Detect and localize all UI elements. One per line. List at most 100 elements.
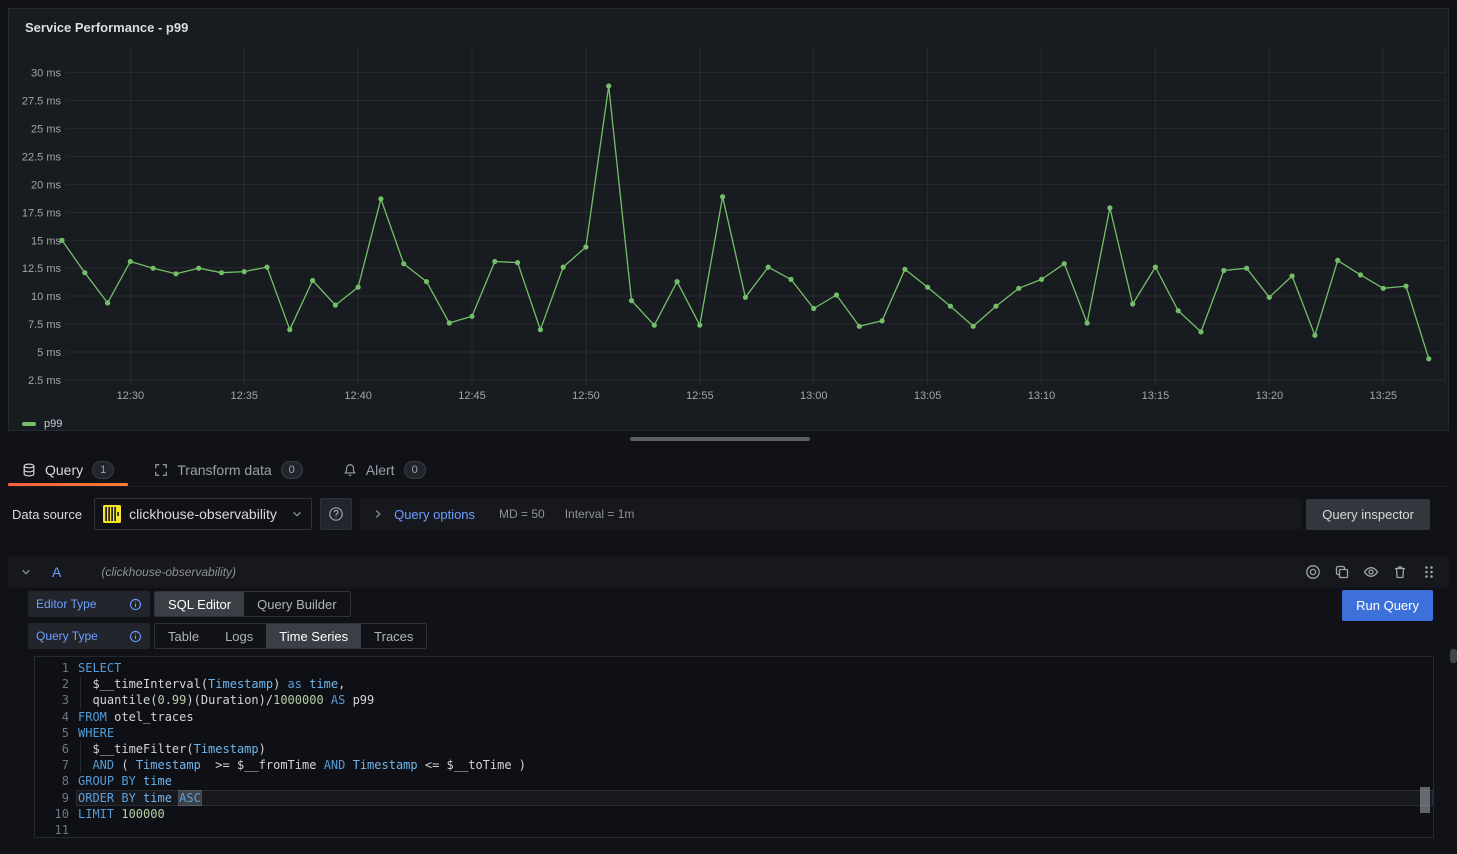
svg-text:12:45: 12:45 bbox=[458, 390, 486, 402]
datasource-help-button[interactable] bbox=[320, 498, 352, 530]
series-point bbox=[196, 266, 201, 271]
line-number: 7 bbox=[35, 757, 69, 773]
query-type-time-series[interactable]: Time Series bbox=[266, 624, 361, 648]
svg-text:12:35: 12:35 bbox=[230, 390, 258, 402]
series-point bbox=[1176, 308, 1181, 313]
series-point bbox=[1267, 295, 1272, 300]
series-line bbox=[62, 86, 1429, 359]
datasource-value: clickhouse-observability bbox=[129, 506, 277, 522]
query-row-header: A (clickhouse-observability) bbox=[8, 556, 1449, 588]
line-number: 6 bbox=[35, 741, 69, 757]
series-point bbox=[1198, 329, 1203, 334]
editor-type-query-builder[interactable]: Query Builder bbox=[244, 592, 349, 616]
query-ref-id[interactable]: A bbox=[52, 564, 61, 580]
svg-text:30 ms: 30 ms bbox=[31, 68, 61, 80]
line-number: 1 bbox=[35, 660, 69, 676]
query-type-table[interactable]: Table bbox=[155, 624, 212, 648]
code-line-9[interactable]: 9ORDER BY time ASC bbox=[35, 790, 1419, 806]
series-point bbox=[310, 278, 315, 283]
collapse-chevron-icon[interactable] bbox=[20, 566, 32, 578]
code-line-7[interactable]: 7 AND ( Timestamp >= $__fromTime AND Tim… bbox=[35, 757, 1419, 773]
chevron-right-icon[interactable] bbox=[372, 508, 384, 520]
series-point bbox=[1153, 265, 1158, 270]
series-point bbox=[971, 324, 976, 329]
code-line-8[interactable]: 8GROUP BY time bbox=[35, 773, 1419, 789]
series-point bbox=[105, 300, 110, 305]
code-line-5[interactable]: 5WHERE bbox=[35, 725, 1419, 741]
info-circle-icon[interactable] bbox=[129, 598, 142, 611]
svg-text:5 ms: 5 ms bbox=[37, 347, 61, 359]
query-type-traces[interactable]: Traces bbox=[361, 624, 426, 648]
series-point bbox=[583, 244, 588, 249]
datasource-label: Data source bbox=[12, 507, 82, 522]
query-inspector-button[interactable]: Query inspector bbox=[1306, 499, 1430, 530]
duplicate-icon[interactable] bbox=[1334, 564, 1350, 580]
series-point bbox=[948, 304, 953, 309]
tab-alert[interactable]: Alert 0 bbox=[329, 453, 440, 486]
svg-text:17.5 ms: 17.5 ms bbox=[22, 207, 62, 219]
series-point bbox=[1426, 356, 1431, 361]
active-tab-underline bbox=[8, 483, 128, 486]
series-point bbox=[743, 295, 748, 300]
series-point bbox=[378, 196, 383, 201]
query-type-logs[interactable]: Logs bbox=[212, 624, 266, 648]
editor-type-label: Editor Type bbox=[28, 591, 150, 617]
line-number: 2 bbox=[35, 676, 69, 692]
series-point bbox=[606, 83, 611, 88]
series-point bbox=[1039, 277, 1044, 282]
disable-query-icon[interactable] bbox=[1305, 564, 1321, 580]
tab-query[interactable]: Query 1 bbox=[8, 453, 128, 486]
tab-label: Transform data bbox=[177, 462, 271, 478]
series-point bbox=[1062, 261, 1067, 266]
code-line-4[interactable]: 4FROM otel_traces bbox=[35, 709, 1419, 725]
svg-text:12:50: 12:50 bbox=[572, 390, 600, 402]
series-point bbox=[697, 323, 702, 328]
page-scrollbar-thumb[interactable] bbox=[1450, 649, 1457, 663]
code-line-3[interactable]: 3 quantile(0.99)(Duration)/1000000 AS p9… bbox=[35, 692, 1419, 708]
series-point bbox=[675, 279, 680, 284]
series-point bbox=[561, 265, 566, 270]
editor-type-group: SQL Editor Query Builder bbox=[154, 591, 351, 617]
clickhouse-logo-icon bbox=[103, 505, 121, 523]
series-point bbox=[1312, 333, 1317, 338]
sql-code-editor[interactable]: 1SELECT2 $__timeInterval(Timestamp) as t… bbox=[34, 656, 1434, 838]
series-point bbox=[469, 314, 474, 319]
datasource-picker[interactable]: clickhouse-observability bbox=[94, 498, 312, 530]
series-point bbox=[242, 269, 247, 274]
series-point bbox=[652, 323, 657, 328]
hide-response-icon[interactable] bbox=[1363, 564, 1379, 580]
query-options-toggle[interactable]: Query options bbox=[394, 507, 475, 522]
editor-scrollbar-thumb[interactable] bbox=[1420, 787, 1430, 813]
remove-icon[interactable] bbox=[1392, 564, 1408, 580]
line-number: 4 bbox=[35, 709, 69, 725]
series-point bbox=[1085, 320, 1090, 325]
info-circle-icon[interactable] bbox=[129, 630, 142, 643]
run-query-button[interactable]: Run Query bbox=[1342, 590, 1433, 621]
series-point bbox=[1244, 266, 1249, 271]
svg-text:10 ms: 10 ms bbox=[31, 291, 61, 303]
timeseries-chart[interactable]: 30 ms27.5 ms25 ms22.5 ms20 ms17.5 ms15 m… bbox=[9, 9, 1450, 432]
query-type-group: Table Logs Time Series Traces bbox=[154, 623, 427, 649]
legend-series-label[interactable]: p99 bbox=[44, 418, 62, 430]
code-line-10[interactable]: 10LIMIT 100000 bbox=[35, 806, 1419, 822]
series-point bbox=[287, 327, 292, 332]
series-point bbox=[128, 259, 133, 264]
code-line-1[interactable]: 1SELECT bbox=[35, 660, 1419, 676]
query-type-label: Query Type bbox=[28, 623, 150, 649]
drag-icon[interactable] bbox=[1421, 564, 1437, 580]
editor-type-sql-editor[interactable]: SQL Editor bbox=[155, 592, 244, 616]
tab-transform-data[interactable]: Transform data 0 bbox=[140, 453, 317, 486]
series-point bbox=[1403, 284, 1408, 289]
series-point bbox=[1290, 273, 1295, 278]
pane-splitter-handle[interactable] bbox=[630, 437, 810, 441]
svg-text:13:10: 13:10 bbox=[1028, 390, 1056, 402]
series-point bbox=[82, 270, 87, 275]
line-number: 9 bbox=[35, 790, 69, 806]
series-point bbox=[424, 279, 429, 284]
tab-count-badge: 0 bbox=[404, 461, 426, 479]
code-line-11[interactable]: 11 bbox=[35, 822, 1419, 838]
series-point bbox=[1358, 272, 1363, 277]
code-line-6[interactable]: 6 $__timeFilter(Timestamp) bbox=[35, 741, 1419, 757]
panel-title[interactable]: Service Performance - p99 bbox=[25, 20, 188, 35]
code-line-2[interactable]: 2 $__timeInterval(Timestamp) as time, bbox=[35, 676, 1419, 692]
